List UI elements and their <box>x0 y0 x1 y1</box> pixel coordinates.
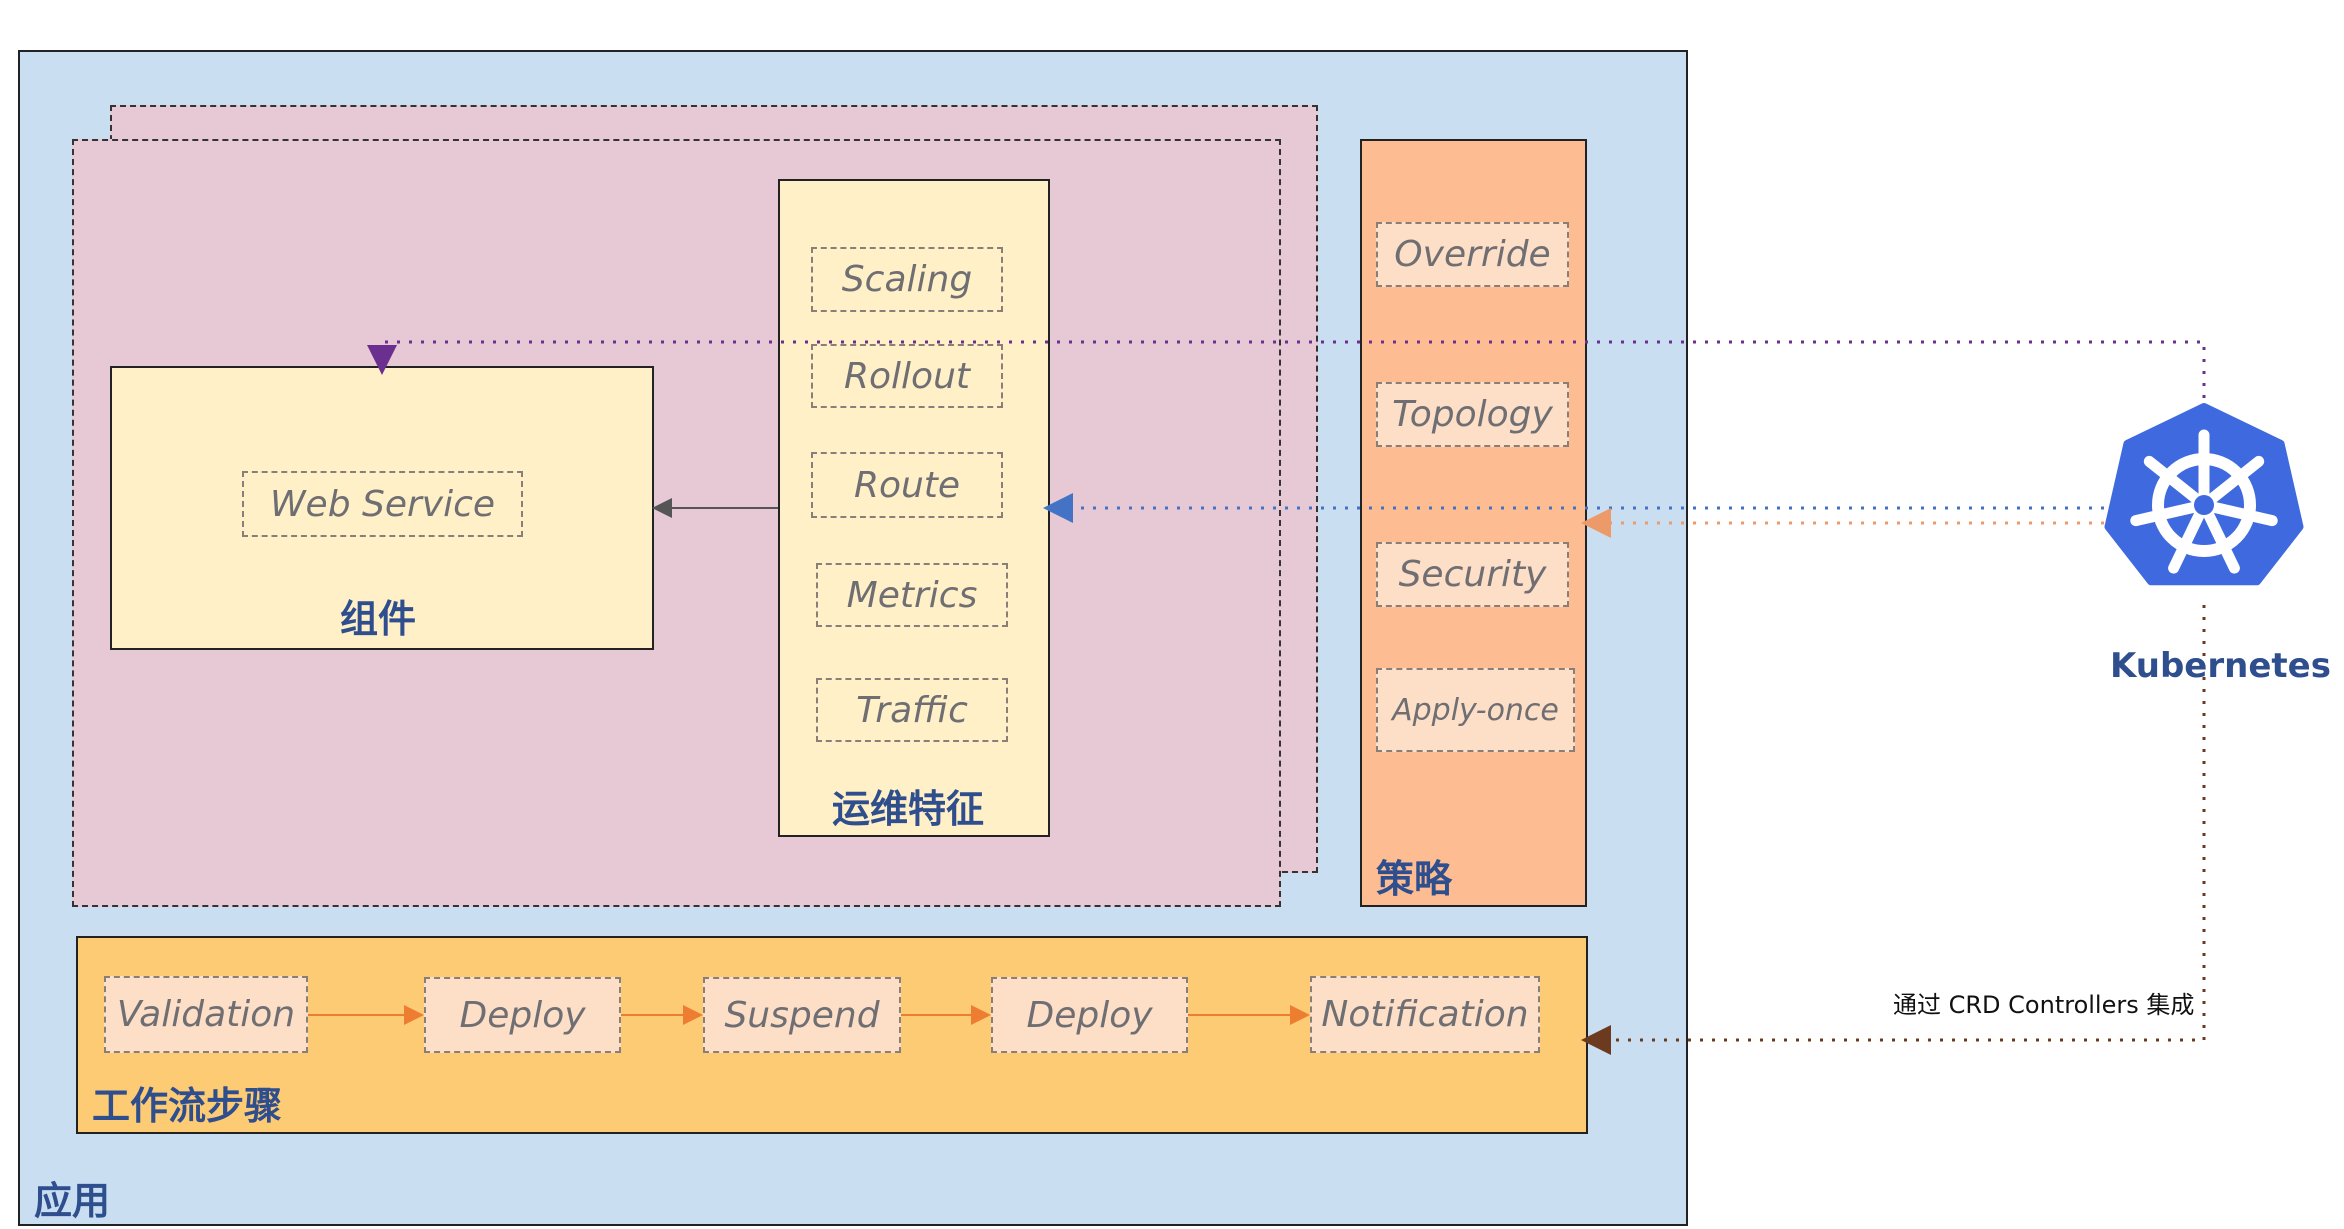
integration-note: 通过 CRD Controllers 集成 <box>1893 991 2195 1019</box>
connectors-layer <box>308 340 2304 1055</box>
connector-k8s-to-component <box>367 340 2206 410</box>
kubernetes-logo-icon[interactable] <box>2104 403 2304 586</box>
kubernetes-label: Kubernetes <box>2110 646 2331 686</box>
